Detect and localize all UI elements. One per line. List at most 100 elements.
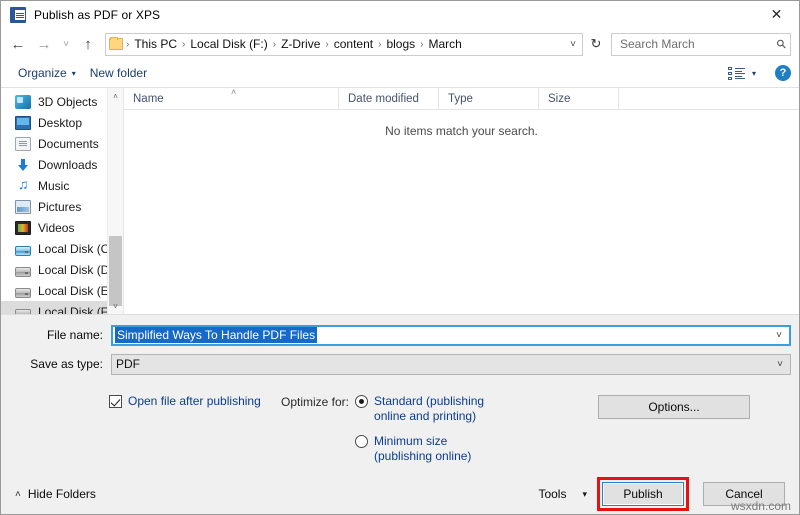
chevron-down-icon[interactable]: ˅ [769,330,789,341]
back-icon[interactable]: ← [5,31,31,57]
optimize-for-group: Optimize for: Standard (publishing onlin… [281,394,549,464]
up-one-level-icon[interactable]: ↑ [75,31,101,57]
radio-selected-icon[interactable] [355,395,368,408]
breadcrumb-item-content[interactable]: content [330,37,377,51]
navigation-pane: 3D Objects Desktop Documents Downloads M… [1,88,123,314]
video-icon [15,221,31,235]
open-file-after-publishing-checkbox[interactable]: Open file after publishing [109,394,281,408]
breadcrumb-item-march[interactable]: March [424,37,465,51]
navigation-scrollbar[interactable]: ˄ ˅ [107,88,123,314]
tools-label: Tools [538,487,566,501]
title-bar: Publish as PDF or XPS ✕ [1,1,799,29]
scroll-down-icon[interactable]: ˅ [108,298,123,314]
breadcrumb-item-this-pc[interactable]: This PC [130,37,181,51]
checkbox-checked-icon[interactable] [109,395,122,408]
search-box[interactable]: Search March ⚲ [611,33,791,56]
sidebar-item-music[interactable]: Music [1,175,123,196]
sidebar-item-label: Local Disk (F:) [38,305,115,315]
change-view-icon[interactable] [728,67,746,80]
dialog-footer: ˄ Hide Folders Tools ▾ Publish Cancel ws… [1,474,799,514]
radio-standard[interactable]: Standard (publishing online and printing… [355,394,499,424]
optimize-for-label: Optimize for: [281,394,355,409]
window-title: Publish as PDF or XPS [34,8,160,22]
options-button[interactable]: Options... [598,395,750,419]
radio-minimum-size-label: Minimum size (publishing online) [374,434,499,464]
sidebar-item-label: Pictures [38,200,81,214]
sidebar-item-label: Local Disk (C:) [38,242,117,256]
sidebar-item-desktop[interactable]: Desktop [1,112,123,133]
desktop-icon [15,116,31,130]
picture-icon [15,200,31,214]
column-headers: Name ˄ Date modified Type Size [124,88,799,110]
music-note-icon [15,179,31,193]
chevron-down-icon[interactable]: ˅ [564,39,582,50]
sidebar-item-label: Local Disk (D:) [38,263,117,277]
sidebar-item-local-disk-c[interactable]: Local Disk (C:) [1,238,123,259]
breadcrumb-item-local-disk-f[interactable]: Local Disk (F:) [186,37,271,51]
tools-button[interactable]: Tools ▾ [538,487,587,501]
hide-folders-button[interactable]: ˄ Hide Folders [15,487,96,501]
watermark: wsxdn.com [731,499,791,513]
documents-icon [15,137,31,151]
new-folder-button[interactable]: New folder [83,63,154,83]
sidebar-item-3d-objects[interactable]: 3D Objects [1,91,123,112]
download-arrow-icon [15,158,31,172]
column-header-name[interactable]: Name ˄ [124,88,339,109]
breadcrumb-item-blogs[interactable]: blogs [382,37,419,51]
sidebar-item-label: Documents [38,137,99,151]
help-icon[interactable]: ? [775,65,791,81]
close-icon[interactable]: ✕ [754,1,799,28]
save-as-type-select[interactable]: PDF ˅ [111,354,791,375]
windows-drive-icon [15,246,31,256]
sidebar-item-downloads[interactable]: Downloads [1,154,123,175]
sidebar-item-label: Local Disk (E:) [38,284,116,298]
options-button-area: Options... [549,394,799,419]
publish-highlight-annotation: Publish [597,477,689,511]
publish-as-pdf-or-xps-dialog: Publish as PDF or XPS ✕ ← → ˅ ↑ › This P… [0,0,800,515]
sidebar-item-pictures[interactable]: Pictures [1,196,123,217]
sidebar-item-local-disk-e[interactable]: Local Disk (E:) [1,280,123,301]
forward-icon[interactable]: → [31,31,57,57]
sidebar-item-documents[interactable]: Documents [1,133,123,154]
save-as-type-label: Save as type: [1,357,111,371]
sidebar-item-local-disk-f[interactable]: Local Disk (F:) [1,301,123,314]
file-name-row: File name: Simplified Ways To Handle PDF… [1,324,799,346]
radio-minimum-size[interactable]: Minimum size (publishing online) [355,434,499,464]
search-input[interactable]: Search March [620,37,777,51]
scrollbar-thumb[interactable] [109,236,122,306]
view-dropdown-button[interactable]: ▾ [746,66,763,81]
save-as-type-row: Save as type: PDF ˅ [1,353,799,375]
hide-folders-label: Hide Folders [28,487,96,501]
recent-locations-icon[interactable]: ˅ [57,31,75,57]
sort-ascending-icon: ˄ [231,87,236,97]
column-header-date-modified[interactable]: Date modified [339,88,439,109]
address-bar: ← → ˅ ↑ › This PC › Local Disk (F:) › Z-… [1,29,799,59]
organize-button[interactable]: Organize ▾ [11,63,83,83]
radio-unselected-icon[interactable] [355,435,368,448]
file-name-value: Simplified Ways To Handle PDF Files [115,327,317,343]
chevron-down-icon: ▾ [72,69,76,78]
column-label: Type [448,93,473,105]
chevron-down-icon[interactable]: ˅ [770,359,790,370]
optimize-radio-list: Standard (publishing online and printing… [355,394,499,464]
sidebar-item-local-disk-d[interactable]: Local Disk (D:) [1,259,123,280]
column-label: Name [133,93,164,105]
sidebar-item-label: Desktop [38,116,82,130]
refresh-icon[interactable]: ↻ [585,33,607,56]
radio-standard-label: Standard (publishing online and printing… [374,394,499,424]
column-header-type[interactable]: Type [439,88,539,109]
save-form: File name: Simplified Ways To Handle PDF… [1,315,799,474]
column-header-size[interactable]: Size [539,88,619,109]
sidebar-item-videos[interactable]: Videos [1,217,123,238]
folder-icon [109,38,123,50]
chevron-down-icon: ▾ [752,69,756,78]
drive-icon [15,309,31,315]
column-label: Date modified [348,93,419,105]
file-name-input[interactable]: Simplified Ways To Handle PDF Files ˅ [111,325,791,346]
scroll-up-icon[interactable]: ˄ [108,88,123,104]
sidebar-item-label: 3D Objects [38,95,97,109]
sidebar-item-label: Music [38,179,69,193]
breadcrumb-item-z-drive[interactable]: Z-Drive [277,37,324,51]
breadcrumb[interactable]: › This PC › Local Disk (F:) › Z-Drive › … [105,33,583,56]
publish-button[interactable]: Publish [602,482,684,506]
